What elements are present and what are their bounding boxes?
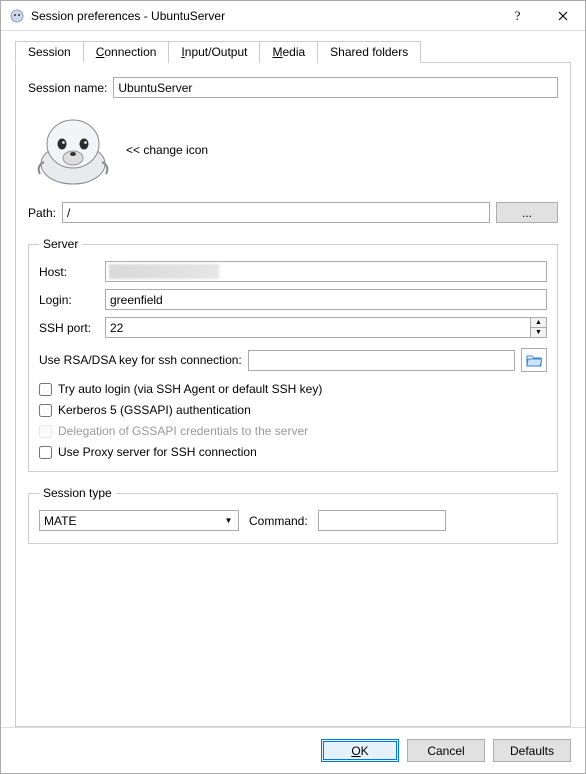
chk-autologin[interactable]: Try auto login (via SSH Agent or default… xyxy=(39,382,547,396)
icon-row: << change icon xyxy=(28,108,558,192)
host-redacted xyxy=(109,264,219,279)
host-label: Host: xyxy=(39,265,101,279)
tab-panel-session: Session name: xyxy=(15,63,571,727)
server-fieldset: Server Host: Login: SSH port: ▲ ▼ xyxy=(28,237,558,472)
path-label: Path: xyxy=(28,206,56,220)
session-icon[interactable] xyxy=(34,114,112,186)
server-checks: Try auto login (via SSH Agent or default… xyxy=(39,382,547,459)
cancel-button[interactable]: Cancel xyxy=(407,739,485,762)
session-type-legend: Session type xyxy=(39,486,116,500)
folder-open-icon xyxy=(526,353,542,367)
content-area: Session Connection Input/Output Media Sh… xyxy=(1,31,585,727)
path-input[interactable] xyxy=(62,202,490,223)
tab-connection[interactable]: Connection xyxy=(83,41,170,63)
path-row: Path: ... xyxy=(28,202,558,223)
change-icon-link[interactable]: << change icon xyxy=(126,143,208,157)
tab-media[interactable]: Media xyxy=(259,41,318,63)
chk-delegation: Delegation of GSSAPI credentials to the … xyxy=(39,424,547,438)
tab-io[interactable]: Input/Output xyxy=(168,41,260,63)
titlebar: Session preferences - UbuntuServer ? xyxy=(1,1,585,31)
defaults-button[interactable]: Defaults xyxy=(493,739,571,762)
rsa-label: Use RSA/DSA key for ssh connection: xyxy=(39,353,242,367)
login-input[interactable] xyxy=(105,289,547,310)
server-grid: Host: Login: SSH port: ▲ ▼ xyxy=(39,261,547,338)
rsa-row: Use RSA/DSA key for ssh connection: xyxy=(39,348,547,372)
tab-shared-folders[interactable]: Shared folders xyxy=(317,41,421,63)
chk-kerberos-box[interactable] xyxy=(39,404,52,417)
chevron-down-icon: ▼ xyxy=(221,512,236,529)
session-name-input[interactable] xyxy=(113,77,558,98)
rsa-browse-button[interactable] xyxy=(521,348,547,372)
window-title: Session preferences - UbuntuServer xyxy=(31,9,495,23)
button-bar: OK Cancel Defaults xyxy=(1,727,585,773)
help-button[interactable]: ? xyxy=(495,1,540,30)
session-name-label: Session name: xyxy=(28,81,107,95)
dialog-window: Session preferences - UbuntuServer ? Ses… xyxy=(0,0,586,774)
sshport-up[interactable]: ▲ xyxy=(531,318,546,328)
command-input xyxy=(318,510,446,531)
rsa-key-input[interactable] xyxy=(248,350,515,371)
sshport-spinner: ▲ ▼ xyxy=(105,317,547,338)
close-button[interactable] xyxy=(540,1,585,30)
login-label: Login: xyxy=(39,293,101,307)
chk-kerberos[interactable]: Kerberos 5 (GSSAPI) authentication xyxy=(39,403,547,417)
session-name-row: Session name: xyxy=(28,77,558,98)
app-icon xyxy=(9,8,25,24)
command-label: Command: xyxy=(249,514,308,528)
session-type-combo[interactable]: MATE ▼ xyxy=(39,510,239,531)
sshport-label: SSH port: xyxy=(39,321,101,335)
close-icon xyxy=(558,11,568,21)
chk-delegation-box xyxy=(39,425,52,438)
sshport-down[interactable]: ▼ xyxy=(531,328,546,337)
path-browse-button[interactable]: ... xyxy=(496,202,558,223)
ok-button[interactable]: OK xyxy=(321,739,399,762)
session-type-fieldset: Session type MATE ▼ Command: xyxy=(28,486,558,544)
tab-session[interactable]: Session xyxy=(15,41,84,63)
chk-proxy-box[interactable] xyxy=(39,446,52,459)
chk-autologin-box[interactable] xyxy=(39,383,52,396)
sshport-input[interactable] xyxy=(105,317,530,338)
tab-bar: Session Connection Input/Output Media Sh… xyxy=(15,41,571,63)
server-legend: Server xyxy=(39,237,82,251)
chk-proxy[interactable]: Use Proxy server for SSH connection xyxy=(39,445,547,459)
